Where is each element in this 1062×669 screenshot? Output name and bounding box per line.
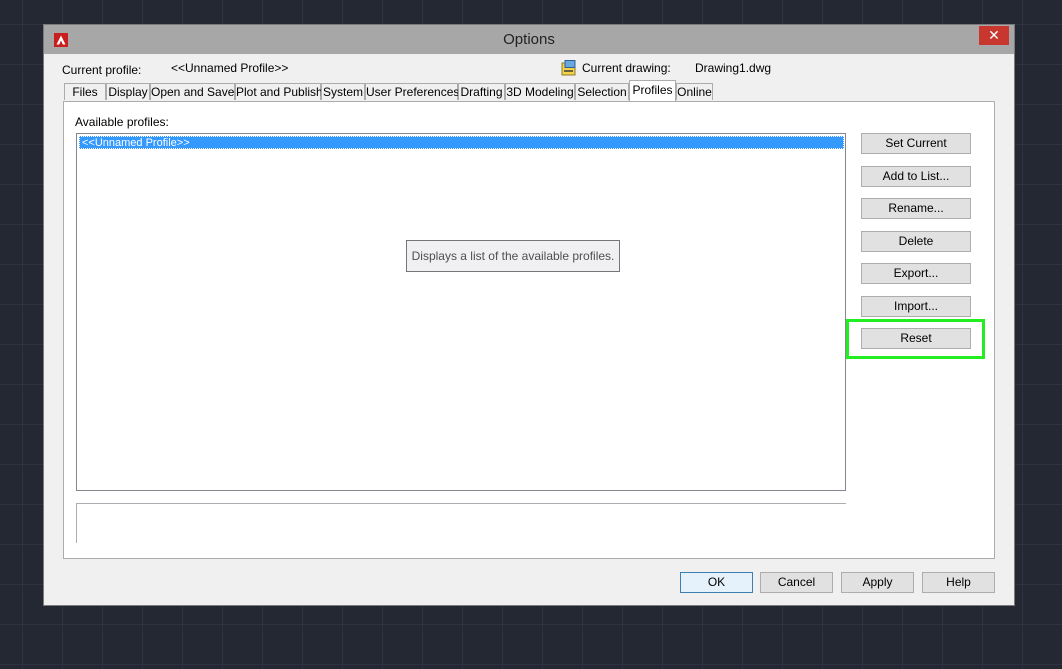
current-profile-label: Current profile:	[62, 63, 142, 77]
profile-list-item-selected[interactable]: <<Unnamed Profile>>	[79, 136, 844, 149]
export-button[interactable]: Export...	[861, 263, 971, 284]
tab-online[interactable]: Online	[676, 83, 713, 100]
import-button[interactable]: Import...	[861, 296, 971, 317]
current-drawing-value: Drawing1.dwg	[695, 61, 772, 75]
close-icon: ✕	[988, 27, 1000, 43]
tooltip: Displays a list of the available profile…	[406, 240, 620, 272]
set-current-button[interactable]: Set Current	[861, 133, 971, 154]
tab-system[interactable]: System	[321, 83, 365, 100]
tab-selection[interactable]: Selection	[575, 83, 629, 100]
apply-button[interactable]: Apply	[841, 572, 914, 593]
current-profile-value: <<Unnamed Profile>>	[171, 61, 289, 75]
ok-button[interactable]: OK	[680, 572, 753, 593]
add-to-list-button[interactable]: Add to List...	[861, 166, 971, 187]
tab-display[interactable]: Display	[106, 83, 150, 100]
profiles-list[interactable]: <<Unnamed Profile>> Displays a list of t…	[76, 133, 846, 491]
tab-plot-and-publish[interactable]: Plot and Publish	[235, 83, 323, 100]
current-drawing-label: Current drawing:	[582, 61, 671, 75]
reset-button-highlight	[846, 319, 985, 359]
drawing-file-icon	[561, 60, 578, 76]
tab-drafting[interactable]: Drafting	[458, 83, 505, 100]
options-dialog: Options ✕ Current profile: <<Unnamed Pro…	[43, 24, 1015, 606]
tab-3d-modeling[interactable]: 3D Modeling	[505, 83, 575, 100]
cancel-button[interactable]: Cancel	[760, 572, 833, 593]
tab-profiles[interactable]: Profiles	[629, 80, 676, 101]
help-button[interactable]: Help	[922, 572, 995, 593]
delete-button[interactable]: Delete	[861, 231, 971, 252]
tab-open-and-save[interactable]: Open and Save	[150, 83, 235, 100]
profile-description-box	[76, 503, 846, 543]
window-title: Options	[503, 31, 555, 48]
title-bar[interactable]: Options ✕	[44, 25, 1014, 54]
tab-user-preferences[interactable]: User Preferences	[365, 83, 459, 100]
rename-button[interactable]: Rename...	[861, 198, 971, 219]
available-profiles-label: Available profiles:	[75, 115, 169, 129]
tab-files[interactable]: Files	[64, 83, 106, 100]
close-button[interactable]: ✕	[979, 26, 1009, 45]
